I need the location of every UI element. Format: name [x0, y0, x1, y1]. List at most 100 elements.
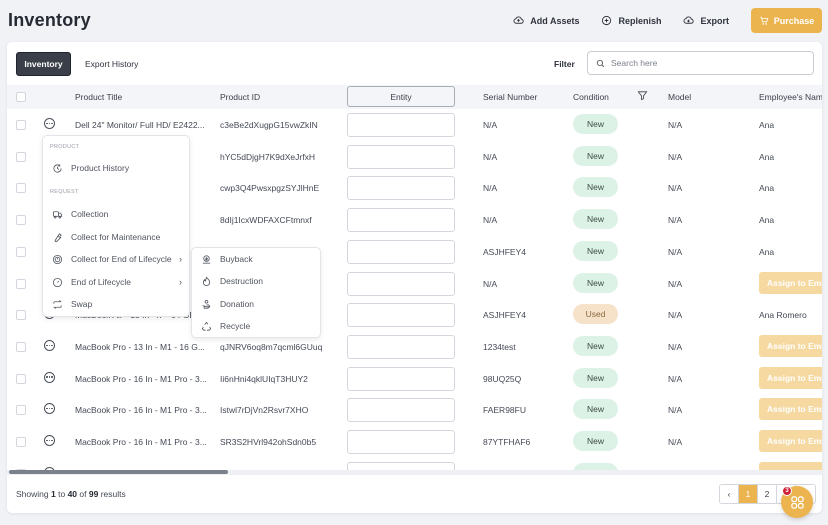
model: N/A — [668, 120, 683, 130]
row-checkbox[interactable] — [16, 278, 26, 289]
submenu-item-donation[interactable]: Donation — [192, 294, 320, 314]
column-product-title[interactable]: Product Title — [75, 92, 122, 102]
search-input[interactable] — [611, 58, 801, 68]
assign-to-employee-button[interactable]: Assign to Emp — [759, 461, 822, 470]
page-2-button[interactable]: 2 — [758, 485, 777, 503]
table-row: New Assign to Emp — [7, 458, 822, 470]
entity-input[interactable] — [347, 208, 455, 233]
notification-badge: 3 — [782, 486, 792, 496]
menu-item-collection[interactable]: Collection — [43, 204, 189, 224]
submenu-item-recycle[interactable]: Recycle — [192, 316, 320, 336]
entity-input[interactable] — [347, 176, 455, 201]
column-employee-name[interactable]: Employee's Nam — [759, 92, 822, 102]
scrollbar-thumb[interactable] — [9, 470, 228, 474]
model: N/A — [668, 341, 683, 352]
condition-badge: New — [573, 462, 618, 470]
menu-item-collect-for-maintenance[interactable]: Collect for Maintenance — [43, 227, 189, 247]
entity-input[interactable] — [347, 366, 455, 391]
export-button[interactable]: Export — [683, 15, 729, 26]
employee-name: Ana — [759, 246, 775, 257]
table-row: MacBook Pro - 13 In - M1 - 16 G... qJNRV6… — [7, 331, 822, 363]
row-more-actions-icon[interactable] — [44, 118, 55, 129]
submenu-item-destruction[interactable]: Destruction — [192, 271, 320, 291]
row-checkbox[interactable] — [16, 151, 26, 162]
assign-to-employee-button[interactable]: Assign to Emp — [759, 430, 822, 452]
row-more-actions-icon[interactable] — [44, 339, 55, 351]
row-checkbox[interactable] — [16, 183, 26, 194]
replenish-label: Replenish — [618, 15, 662, 26]
column-model[interactable]: Model — [668, 92, 691, 102]
serial-number: ASJHFEY4 — [483, 246, 526, 257]
entity-input[interactable] — [347, 239, 455, 264]
assign-to-employee-button[interactable]: Assign to Emp — [759, 366, 822, 389]
row-checkbox[interactable] — [16, 215, 26, 226]
employee-name: Ana — [759, 151, 775, 162]
row-more-actions-icon[interactable] — [44, 403, 55, 415]
row-checkbox[interactable] — [16, 246, 26, 257]
column-entity[interactable]: Entity — [347, 86, 455, 107]
condition-badge: New — [573, 399, 618, 420]
tab-inventory[interactable]: Inventory — [16, 52, 71, 76]
row-checkbox[interactable] — [16, 437, 26, 447]
entity-input[interactable] — [347, 430, 455, 454]
to-word: to — [58, 489, 66, 499]
prev-page-button[interactable]: ‹ — [720, 485, 739, 503]
submenu-item-label: Destruction — [220, 276, 263, 286]
column-serial-number[interactable]: Serial Number — [483, 92, 537, 102]
total-results: 99 — [88, 489, 99, 499]
assign-to-employee-button[interactable]: Assign to Emp — [759, 271, 822, 294]
menu-item-swap[interactable]: Swap — [43, 294, 189, 314]
row-more-actions-icon[interactable] — [44, 371, 55, 383]
horizontal-scrollbar[interactable] — [7, 470, 822, 475]
fire-icon — [202, 275, 211, 286]
model: N/A — [668, 246, 683, 257]
condition-filter-icon[interactable] — [637, 90, 648, 101]
product-title: MacBook Pro - 16 In - M1 Pro - 3... — [75, 373, 207, 384]
entity-input[interactable] — [347, 398, 455, 423]
add-assets-button[interactable]: Add Assets — [513, 15, 579, 26]
column-condition[interactable]: Condition — [573, 92, 609, 102]
entity-input[interactable] — [347, 271, 455, 296]
replenish-button[interactable]: Replenish — [601, 15, 661, 26]
model: N/A — [668, 405, 683, 416]
menu-item-collect-for-end-of-lifecycle[interactable]: Collect for End of Lifecycle › — [43, 249, 189, 269]
search-box[interactable] — [587, 51, 814, 75]
condition-badge: New — [573, 209, 618, 230]
submenu-item-label: Buyback — [220, 254, 253, 264]
assign-to-employee-button[interactable]: Assign to Emp — [759, 334, 822, 357]
entity-input[interactable] — [347, 144, 455, 169]
purchase-button[interactable]: Purchase — [751, 8, 822, 33]
model: N/A — [668, 437, 683, 447]
row-checkbox[interactable] — [16, 373, 26, 384]
row-more-actions-icon[interactable] — [44, 435, 55, 446]
select-all-checkbox[interactable] — [16, 92, 26, 102]
entity-input[interactable] — [347, 461, 455, 470]
model: N/A — [668, 215, 683, 226]
product-title: MacBook Pro - 16 In - M1 Pro - 3... — [75, 405, 207, 416]
entity-input[interactable] — [347, 303, 455, 328]
submenu-item-buyback[interactable]: Buyback — [192, 249, 320, 269]
assign-to-employee-button[interactable]: Assign to Emp — [759, 398, 822, 421]
product-title: Dell 24" Monitor/ Full HD/ E2422... — [75, 120, 205, 130]
employee-name: Ana — [759, 120, 775, 130]
condition-badge: New — [573, 145, 618, 166]
product-id: hYC5dDjgH7K9dXeJrfxH — [220, 151, 315, 162]
add-assets-label: Add Assets — [530, 15, 580, 26]
page-1-button[interactable]: 1 — [739, 485, 758, 503]
menu-item-end-of-lifecycle[interactable]: End of Lifecycle › — [43, 272, 189, 292]
entity-input[interactable] — [347, 113, 455, 137]
condition-badge: New — [573, 240, 618, 261]
product-id: Ii6nHni4qklUIqT3HUY2 — [220, 373, 308, 384]
top-actions: Add Assets Replenish Export Purchase — [513, 8, 822, 33]
row-checkbox[interactable] — [16, 341, 26, 352]
menu-item-product-history[interactable]: Product History — [43, 158, 189, 178]
cart-icon — [759, 16, 769, 25]
condition-badge: New — [573, 367, 618, 388]
row-checkbox[interactable] — [16, 310, 26, 321]
column-product-id[interactable]: Product ID — [220, 92, 260, 102]
tab-export-history[interactable]: Export History — [76, 52, 147, 76]
entity-input[interactable] — [347, 334, 455, 359]
row-checkbox[interactable] — [16, 405, 26, 416]
row-checkbox[interactable] — [16, 120, 26, 130]
truck-icon — [52, 210, 63, 218]
